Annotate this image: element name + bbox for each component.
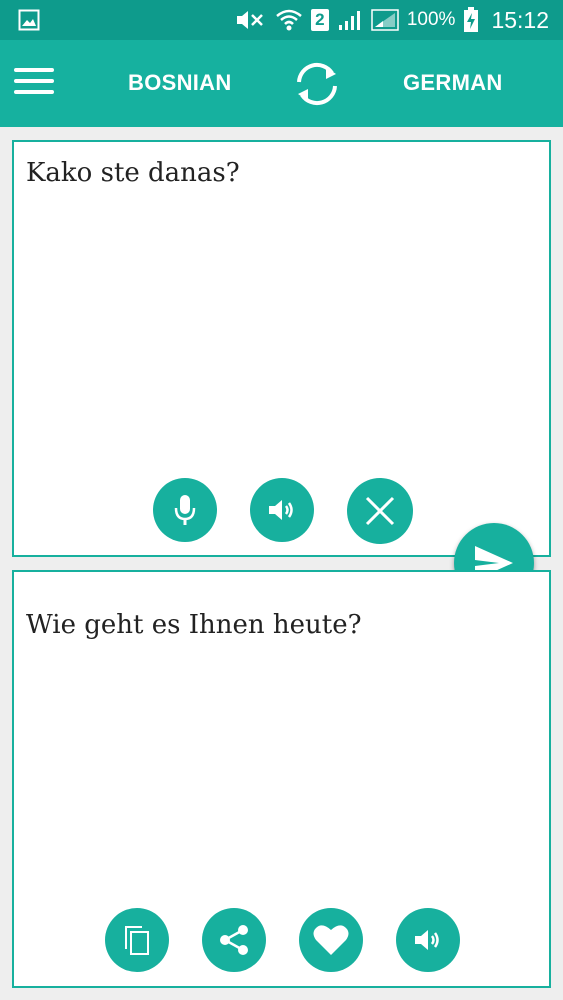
microphone-button[interactable] (153, 478, 217, 542)
favorite-button[interactable] (299, 908, 363, 972)
speaker-icon (269, 500, 293, 520)
swap-icon[interactable] (290, 59, 344, 109)
signal-icon (371, 9, 399, 31)
speaker-icon (415, 930, 439, 950)
speak-source-button[interactable] (250, 478, 314, 542)
speak-translation-button[interactable] (396, 908, 460, 972)
sim-icon: 2 (310, 9, 329, 31)
heart-icon (313, 925, 349, 955)
share-button[interactable] (202, 908, 266, 972)
battery-charging-icon (464, 7, 479, 32)
source-text-panel: Kako ste danas? (12, 140, 551, 557)
clock: 15:12 (491, 6, 549, 33)
status-bar: 2 100% 15:12 (0, 0, 563, 40)
signal-icon (338, 11, 360, 30)
translation-panel: Wie geht es Ihnen heute? (12, 570, 551, 988)
menu-button[interactable] (14, 68, 54, 98)
wifi-icon (276, 9, 302, 31)
copy-button[interactable] (105, 908, 169, 972)
clear-button[interactable] (347, 478, 413, 544)
target-language-button[interactable]: GERMAN (403, 70, 503, 96)
microphone-icon (174, 495, 196, 525)
share-icon (220, 925, 248, 955)
copy-icon (125, 926, 149, 955)
image-icon (18, 9, 40, 31)
source-language-button[interactable]: BOSNIAN (128, 70, 232, 96)
menu-icon (14, 68, 54, 72)
translation-text: Wie geht es Ihnen heute? (26, 610, 362, 640)
close-icon (365, 496, 395, 526)
mute-icon (236, 11, 263, 29)
battery-level: 100% (406, 9, 456, 30)
source-text-input[interactable]: Kako ste danas? (26, 158, 240, 188)
app-bar: BOSNIAN GERMAN (0, 40, 563, 127)
status-icons: 2 100% 15:12 (233, 0, 549, 40)
